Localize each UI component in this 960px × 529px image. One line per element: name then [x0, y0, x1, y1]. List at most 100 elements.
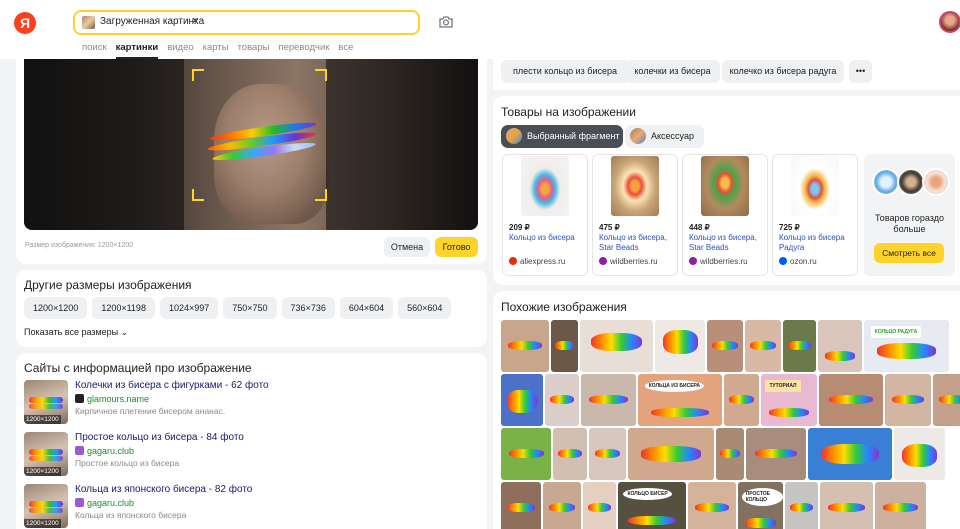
- site-thumbnail[interactable]: 1200×1200: [24, 484, 68, 528]
- cancel-button[interactable]: Отмена: [384, 237, 430, 257]
- product-thumb: [922, 168, 950, 196]
- user-avatar[interactable]: [939, 11, 960, 33]
- search-tabs: поиск картинки видео карты товары перево…: [82, 42, 362, 59]
- similar-image[interactable]: [551, 320, 578, 372]
- size-chip[interactable]: 736×736: [281, 297, 335, 319]
- similar-image[interactable]: [655, 320, 705, 372]
- clear-chip-button[interactable]: ×: [192, 15, 198, 27]
- tab-all[interactable]: все: [338, 42, 353, 59]
- crop-frame[interactable]: [192, 69, 327, 201]
- fragment-thumb-icon: [506, 128, 522, 144]
- site-result[interactable]: 1200×1200 Кольца из японского бисера - 8…: [24, 484, 464, 529]
- product-image: [611, 156, 659, 216]
- product-card[interactable]: 448 ₽ Кольцо из бисера, Star Beads wildb…: [682, 154, 768, 276]
- size-chip[interactable]: 604×604: [339, 297, 394, 319]
- tab-video[interactable]: видео: [167, 42, 193, 59]
- tab-maps[interactable]: карты: [203, 42, 229, 59]
- filter-selected-fragment[interactable]: Выбранный фрагмент: [501, 125, 623, 148]
- similar-image[interactable]: [628, 428, 714, 480]
- similar-image[interactable]: [820, 482, 873, 529]
- site-result[interactable]: 1200×1200 Колечки из бисера с фигурками …: [24, 380, 464, 426]
- see-all-button[interactable]: Смотреть все: [874, 243, 944, 263]
- similar-image[interactable]: [543, 482, 581, 529]
- done-button[interactable]: Готово: [435, 237, 478, 257]
- site-thumbnail[interactable]: 1200×1200: [24, 432, 68, 476]
- site-title-link[interactable]: Кольца из японского бисера - 82 фото: [75, 484, 252, 495]
- crop-handle[interactable]: [315, 189, 327, 201]
- product-card[interactable]: 209 ₽ Кольцо из бисера aliexpress.ru: [502, 154, 588, 276]
- product-name[interactable]: Кольцо из бисера, Star Beads: [599, 233, 679, 253]
- similar-image[interactable]: [785, 482, 818, 529]
- site-domain[interactable]: gagaru.club: [75, 498, 134, 508]
- similar-image[interactable]: [716, 428, 744, 480]
- camera-search-icon[interactable]: [438, 14, 454, 30]
- similar-image[interactable]: [501, 374, 543, 426]
- filter-accessory[interactable]: Аксессуар: [625, 125, 704, 148]
- image-preview-card: Размер изображения: 1200×1200 Отмена Гот…: [16, 59, 487, 264]
- similar-image[interactable]: [501, 320, 549, 372]
- similar-row: КОЛЬЦО БИСЕР ПРОСТОЕ КОЛЬЦО: [501, 482, 926, 529]
- similar-image[interactable]: [580, 320, 653, 372]
- similar-image[interactable]: [783, 320, 816, 372]
- similar-image[interactable]: [745, 320, 781, 372]
- similar-image[interactable]: [724, 374, 759, 426]
- yandex-logo[interactable]: Я: [14, 12, 36, 34]
- tab-images[interactable]: картинки: [115, 42, 158, 59]
- similar-image[interactable]: КОЛЬЦА ИЗ БИСЕРА: [638, 374, 722, 426]
- size-chip[interactable]: 1200×1200: [24, 297, 88, 319]
- similar-image[interactable]: [688, 482, 736, 529]
- similar-image[interactable]: [501, 428, 551, 480]
- similar-image[interactable]: [875, 482, 926, 529]
- tab-search[interactable]: поиск: [82, 42, 107, 59]
- similar-image[interactable]: [545, 374, 579, 426]
- similar-image[interactable]: [589, 428, 626, 480]
- product-name[interactable]: Кольцо из бисера, Star Beads: [689, 233, 769, 253]
- similar-image[interactable]: [808, 428, 892, 480]
- product-name[interactable]: Кольцо из бисера: [509, 233, 589, 243]
- shop-name: wildberries.ru: [610, 257, 658, 266]
- similar-image[interactable]: [818, 320, 862, 372]
- product-card[interactable]: 475 ₽ Кольцо из бисера, Star Beads wildb…: [592, 154, 678, 276]
- similar-image[interactable]: КОЛЬЦО БИСЕР: [618, 482, 686, 529]
- image-caption: ПРОСТОЕ КОЛЬЦО: [741, 488, 783, 507]
- similar-image[interactable]: КОЛЬЦО РАДУГА: [864, 320, 949, 372]
- product-card[interactable]: 725 ₽ Кольцо из бисера Радуга ozon.ru: [772, 154, 858, 276]
- show-all-sizes-link[interactable]: Показать все размеры ⌄: [24, 327, 128, 338]
- similar-image[interactable]: ПРОСТОЕ КОЛЬЦО: [738, 482, 783, 529]
- similar-image[interactable]: [894, 428, 945, 480]
- crop-handle[interactable]: [192, 189, 204, 201]
- tab-goods[interactable]: товары: [238, 42, 270, 59]
- similar-image[interactable]: [553, 428, 587, 480]
- products-title: Товары на изображении: [501, 105, 636, 119]
- size-chip[interactable]: 750×750: [223, 297, 277, 319]
- similar-image[interactable]: [746, 428, 806, 480]
- site-title-link[interactable]: Колечки из бисера с фигурками - 62 фото: [75, 380, 269, 391]
- similar-image[interactable]: [501, 482, 541, 529]
- site-title-link[interactable]: Простое кольцо из бисера - 84 фото: [75, 432, 244, 443]
- product-name[interactable]: Кольцо из бисера Радуга: [779, 233, 859, 253]
- site-domain[interactable]: gagaru.club: [75, 446, 134, 456]
- tab-translate[interactable]: переводчик: [278, 42, 329, 59]
- more-queries-button[interactable]: •••: [849, 60, 872, 83]
- similar-image[interactable]: [581, 374, 636, 426]
- search-input[interactable]: Загруженная картинка ×: [73, 10, 420, 35]
- site-result[interactable]: 1200×1200 Простое кольцо из бисера - 84 …: [24, 432, 464, 478]
- similar-image[interactable]: [583, 482, 616, 529]
- size-chip[interactable]: 1024×997: [159, 297, 219, 319]
- related-query-chip[interactable]: плести кольцо из бисера: [501, 60, 629, 83]
- related-query-chip[interactable]: колечко из бисера радуга: [722, 60, 844, 83]
- similar-image[interactable]: [819, 374, 883, 426]
- more-products-card: Товаров гораздо больше Смотреть все: [864, 154, 955, 276]
- similar-image[interactable]: [933, 374, 960, 426]
- similar-image[interactable]: [707, 320, 743, 372]
- crop-handle[interactable]: [192, 69, 204, 81]
- crop-handle[interactable]: [315, 69, 327, 81]
- site-thumbnail[interactable]: 1200×1200: [24, 380, 68, 424]
- size-chip[interactable]: 1200×1198: [92, 297, 155, 319]
- similar-image[interactable]: [885, 374, 931, 426]
- similar-image[interactable]: ТУТОРИАЛ: [761, 374, 817, 426]
- size-chip[interactable]: 560×604: [398, 297, 452, 319]
- related-query-chip[interactable]: колечки из бисера: [625, 60, 720, 83]
- uploaded-photo[interactable]: [24, 59, 478, 230]
- site-domain[interactable]: glamours.name: [75, 394, 149, 404]
